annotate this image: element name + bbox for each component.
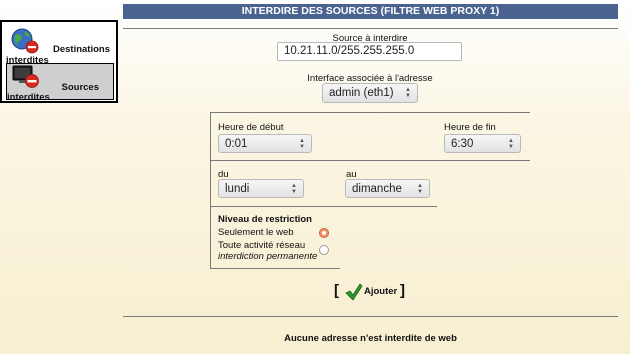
from-day-value: lundi xyxy=(225,183,250,195)
bracket-left: [ xyxy=(334,282,339,299)
section-divider xyxy=(210,268,340,269)
section-divider xyxy=(210,112,530,113)
add-button-label: Ajouter xyxy=(364,286,398,297)
option-all-label: Toute activité réseau xyxy=(218,240,306,251)
radio-all-activity[interactable] xyxy=(319,245,329,255)
spinner-arrows-icon: ▲ ▼ xyxy=(299,138,305,150)
section-divider xyxy=(210,160,211,206)
end-time-select[interactable]: 6:30 ▲ ▼ xyxy=(444,134,521,153)
to-day-select[interactable]: dimanche ▲ ▼ xyxy=(345,179,430,198)
spinner-arrows-icon: ▲ ▼ xyxy=(508,138,514,150)
sidebar-item-label: interdites xyxy=(7,92,50,103)
section-divider xyxy=(210,206,437,207)
sidebar-item-label: Sources xyxy=(61,82,100,93)
section-divider xyxy=(210,206,211,268)
monitor-forbidden-icon xyxy=(12,65,39,88)
status-message: Aucune adresse n'est interdite de web xyxy=(284,333,457,344)
bracket-right: ] xyxy=(400,282,405,299)
radio-web-only[interactable] xyxy=(319,228,329,238)
end-time-label: Heure de fin xyxy=(444,122,496,133)
page-title: INTERDIRE DES SOURCES (FILTRE WEB PROXY … xyxy=(123,4,618,19)
to-day-value: dimanche xyxy=(352,183,402,195)
interface-select[interactable]: admin (eth1) ▲ ▼ xyxy=(322,83,418,103)
spinner-arrows-icon: ▲ ▼ xyxy=(405,87,411,99)
start-time-select[interactable]: 0:01 ▲ ▼ xyxy=(218,134,312,153)
section-divider xyxy=(210,112,211,160)
spinner-arrows-icon: ▲ ▼ xyxy=(417,183,423,195)
sidebar: Destinations interdites Sources interdit… xyxy=(0,20,118,103)
option-all-sublabel: interdiction permanente xyxy=(218,251,318,262)
spinner-arrows-icon: ▲ ▼ xyxy=(291,183,297,195)
option-web-label: Seulement le web xyxy=(218,227,294,238)
end-time-value: 6:30 xyxy=(451,138,474,150)
section-divider xyxy=(123,316,618,317)
check-icon xyxy=(345,283,363,301)
from-day-select[interactable]: lundi ▲ ▼ xyxy=(218,179,304,198)
interface-select-value: admin (eth1) xyxy=(329,87,394,99)
start-time-label: Heure de début xyxy=(218,122,284,133)
sidebar-item-destinations[interactable]: Destinations interdites xyxy=(6,26,114,66)
start-time-value: 0:01 xyxy=(225,138,248,150)
source-input[interactable]: 10.21.11.0/255.255.255.0 xyxy=(277,42,462,61)
sidebar-item-label: Destinations xyxy=(52,44,110,55)
section-divider xyxy=(210,160,530,161)
add-button[interactable]: [ Ajouter ] xyxy=(334,282,406,304)
restriction-title: Niveau de restriction xyxy=(218,214,312,225)
sidebar-item-sources[interactable]: Sources interdites xyxy=(6,63,114,103)
section-divider xyxy=(123,28,618,29)
globe-forbidden-icon xyxy=(11,28,39,54)
